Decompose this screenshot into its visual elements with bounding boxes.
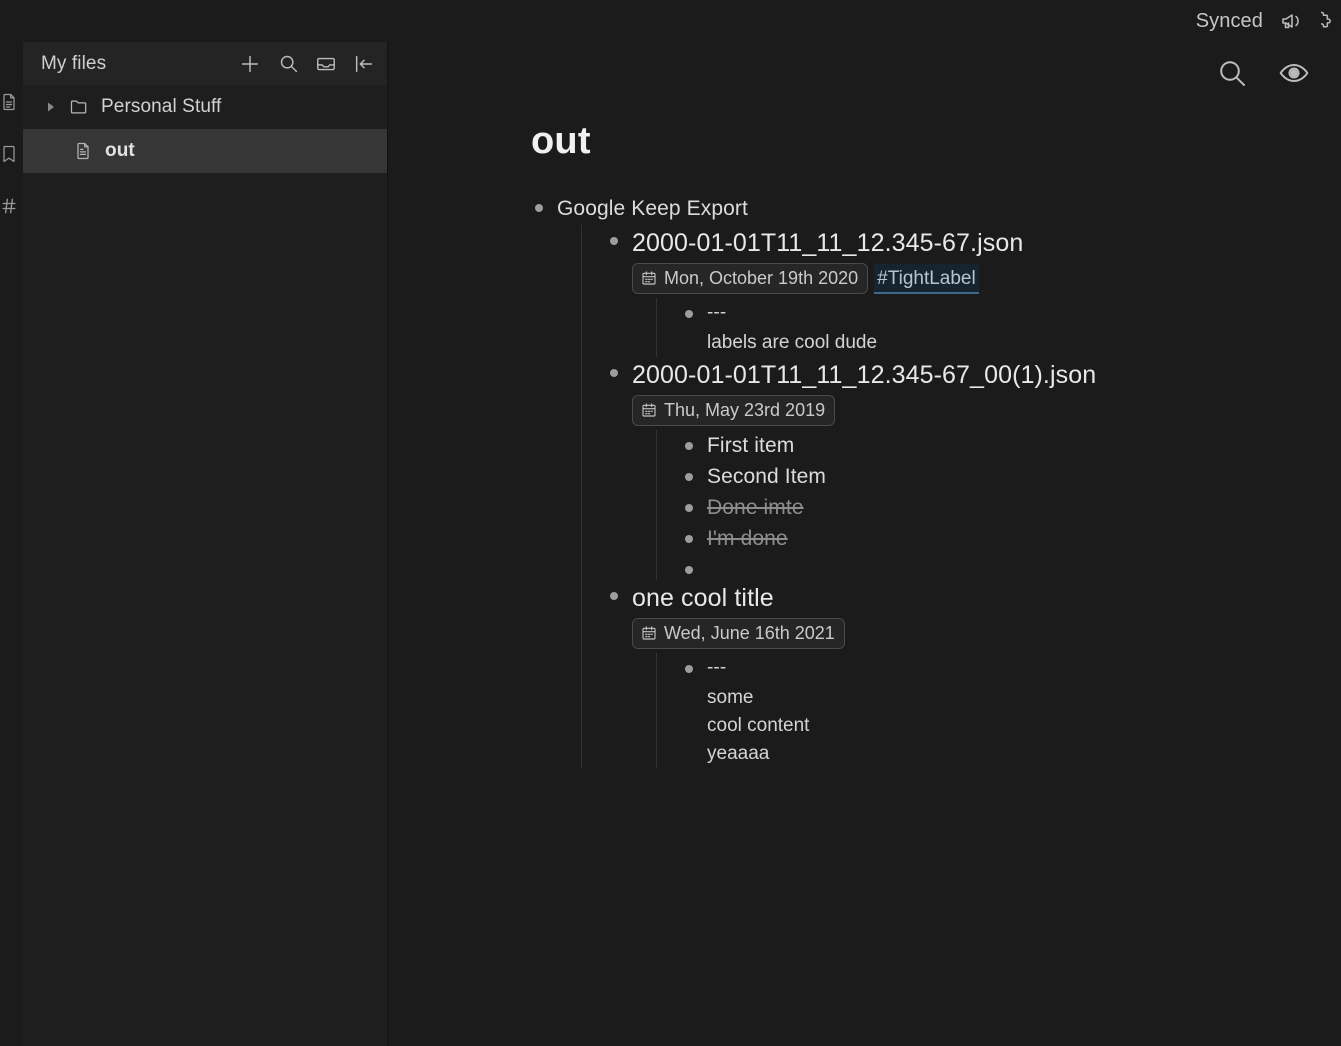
note-meta: Wed, June 16th 2021: [632, 618, 1301, 649]
eye-icon[interactable]: [1277, 56, 1311, 90]
calendar-icon: [641, 402, 657, 418]
search-icon[interactable]: [277, 53, 299, 75]
list-item: --- labels are cool dude: [681, 298, 1301, 357]
sidebar-title: My files: [41, 52, 107, 74]
app-window: Synced My files Personal Stuff out out G…: [0, 0, 1341, 1046]
outline-root-label: Google Keep Export: [557, 197, 748, 220]
outline-root: Google Keep Export 2000-01-01T11_11_12.3…: [531, 193, 1301, 768]
note-item: 2000-01-01T11_11_12.345-67_00(1).json Th…: [606, 357, 1301, 580]
puzzle-icon[interactable]: [1321, 8, 1335, 34]
plus-icon[interactable]: [239, 53, 261, 75]
calendar-icon: [641, 625, 657, 641]
list-item: Second Item: [681, 461, 1301, 492]
document-body: out Google Keep Export 2000-01-01T11_11_…: [389, 104, 1341, 768]
titlebar-right-group: Synced: [1196, 8, 1337, 34]
main-pane: out Google Keep Export 2000-01-01T11_11_…: [389, 42, 1341, 1046]
megaphone-icon[interactable]: [1279, 8, 1305, 34]
list-item-text: ---: [707, 302, 727, 323]
folder-icon: [69, 97, 89, 117]
list-item-done: Done imte: [681, 492, 1301, 523]
hash-tag-icon[interactable]: [2, 196, 22, 216]
note-body-line: labels are cool dude: [707, 332, 878, 353]
tree-item-label: out: [105, 140, 135, 161]
file-document-icon[interactable]: [2, 92, 22, 112]
tree-item-file-out[interactable]: out: [23, 129, 387, 173]
tree-item-label: Personal Stuff: [101, 96, 222, 117]
note-sub-items: First item Second Item Done imte I'm don…: [656, 430, 1301, 580]
note-body: some cool content yeaaaa: [707, 684, 1301, 768]
chevron-right-icon[interactable]: [43, 99, 59, 115]
list-item-text: First item: [707, 434, 795, 457]
list-item-text: [707, 554, 1301, 580]
sidebar-actions: [239, 53, 375, 75]
file-tree: Personal Stuff out: [23, 85, 387, 173]
date-badge: Thu, May 23rd 2019: [632, 395, 836, 426]
note-meta: Mon, October 19th 2020 #TightLabel: [632, 263, 1301, 294]
note-item: one cool title Wed, June 16th 2021 --- s…: [606, 580, 1301, 768]
sidebar-header: My files: [23, 42, 387, 85]
note-body-line: some: [707, 687, 754, 708]
date-badge: Wed, June 16th 2021: [632, 618, 845, 649]
note-body-line: yeaaaa: [707, 743, 770, 764]
note-sub-items: --- some cool content yeaaaa: [656, 653, 1301, 768]
note-sub-items: --- labels are cool dude: [656, 298, 1301, 357]
list-item-done: I'm done: [681, 523, 1301, 554]
note-item: 2000-01-01T11_11_12.345-67.json Mon, Oct…: [606, 225, 1301, 357]
sync-status-label: Synced: [1195, 9, 1263, 32]
calendar-icon: [641, 270, 657, 286]
bookmark-icon[interactable]: [2, 144, 22, 164]
notes-list: 2000-01-01T11_11_12.345-67.json Mon, Oct…: [581, 225, 1301, 768]
archive-tray-icon[interactable]: [315, 53, 337, 75]
titlebar: Synced: [0, 0, 1341, 42]
date-text: Wed, June 16th 2021: [664, 623, 835, 643]
note-body: labels are cool dude: [707, 329, 1301, 357]
sidebar: My files Personal Stuff out: [23, 42, 388, 1046]
outline-item-root: Google Keep Export 2000-01-01T11_11_12.3…: [531, 193, 1301, 768]
left-ribbon: [0, 42, 23, 1046]
list-item-text: Done imte: [707, 496, 804, 519]
date-badge: Mon, October 19th 2020: [632, 263, 869, 294]
tag-chip[interactable]: #TightLabel: [874, 263, 979, 294]
page-title: out: [531, 120, 591, 162]
collapse-sidebar-icon[interactable]: [353, 53, 375, 75]
note-title: 2000-01-01T11_11_12.345-67.json: [632, 229, 1024, 257]
note-title: one cool title: [632, 584, 774, 612]
list-item-text: Second Item: [707, 465, 826, 488]
date-text: Thu, May 23rd 2019: [664, 400, 826, 420]
list-item: --- some cool content yeaaaa: [681, 653, 1301, 768]
list-item: First item: [681, 430, 1301, 461]
list-item-text: ---: [707, 657, 727, 678]
list-item-empty: [681, 554, 1301, 580]
list-item-text: I'm done: [707, 527, 788, 550]
note-title: 2000-01-01T11_11_12.345-67_00(1).json: [632, 361, 1097, 389]
note-meta: Thu, May 23rd 2019: [632, 395, 1301, 426]
date-text: Mon, October 19th 2020: [664, 268, 859, 288]
search-icon[interactable]: [1215, 56, 1249, 90]
note-body-line: cool content: [707, 715, 810, 736]
tree-item-folder-personal-stuff[interactable]: Personal Stuff: [23, 85, 387, 129]
file-document-icon: [73, 141, 93, 161]
main-toolbar: [389, 42, 1341, 104]
